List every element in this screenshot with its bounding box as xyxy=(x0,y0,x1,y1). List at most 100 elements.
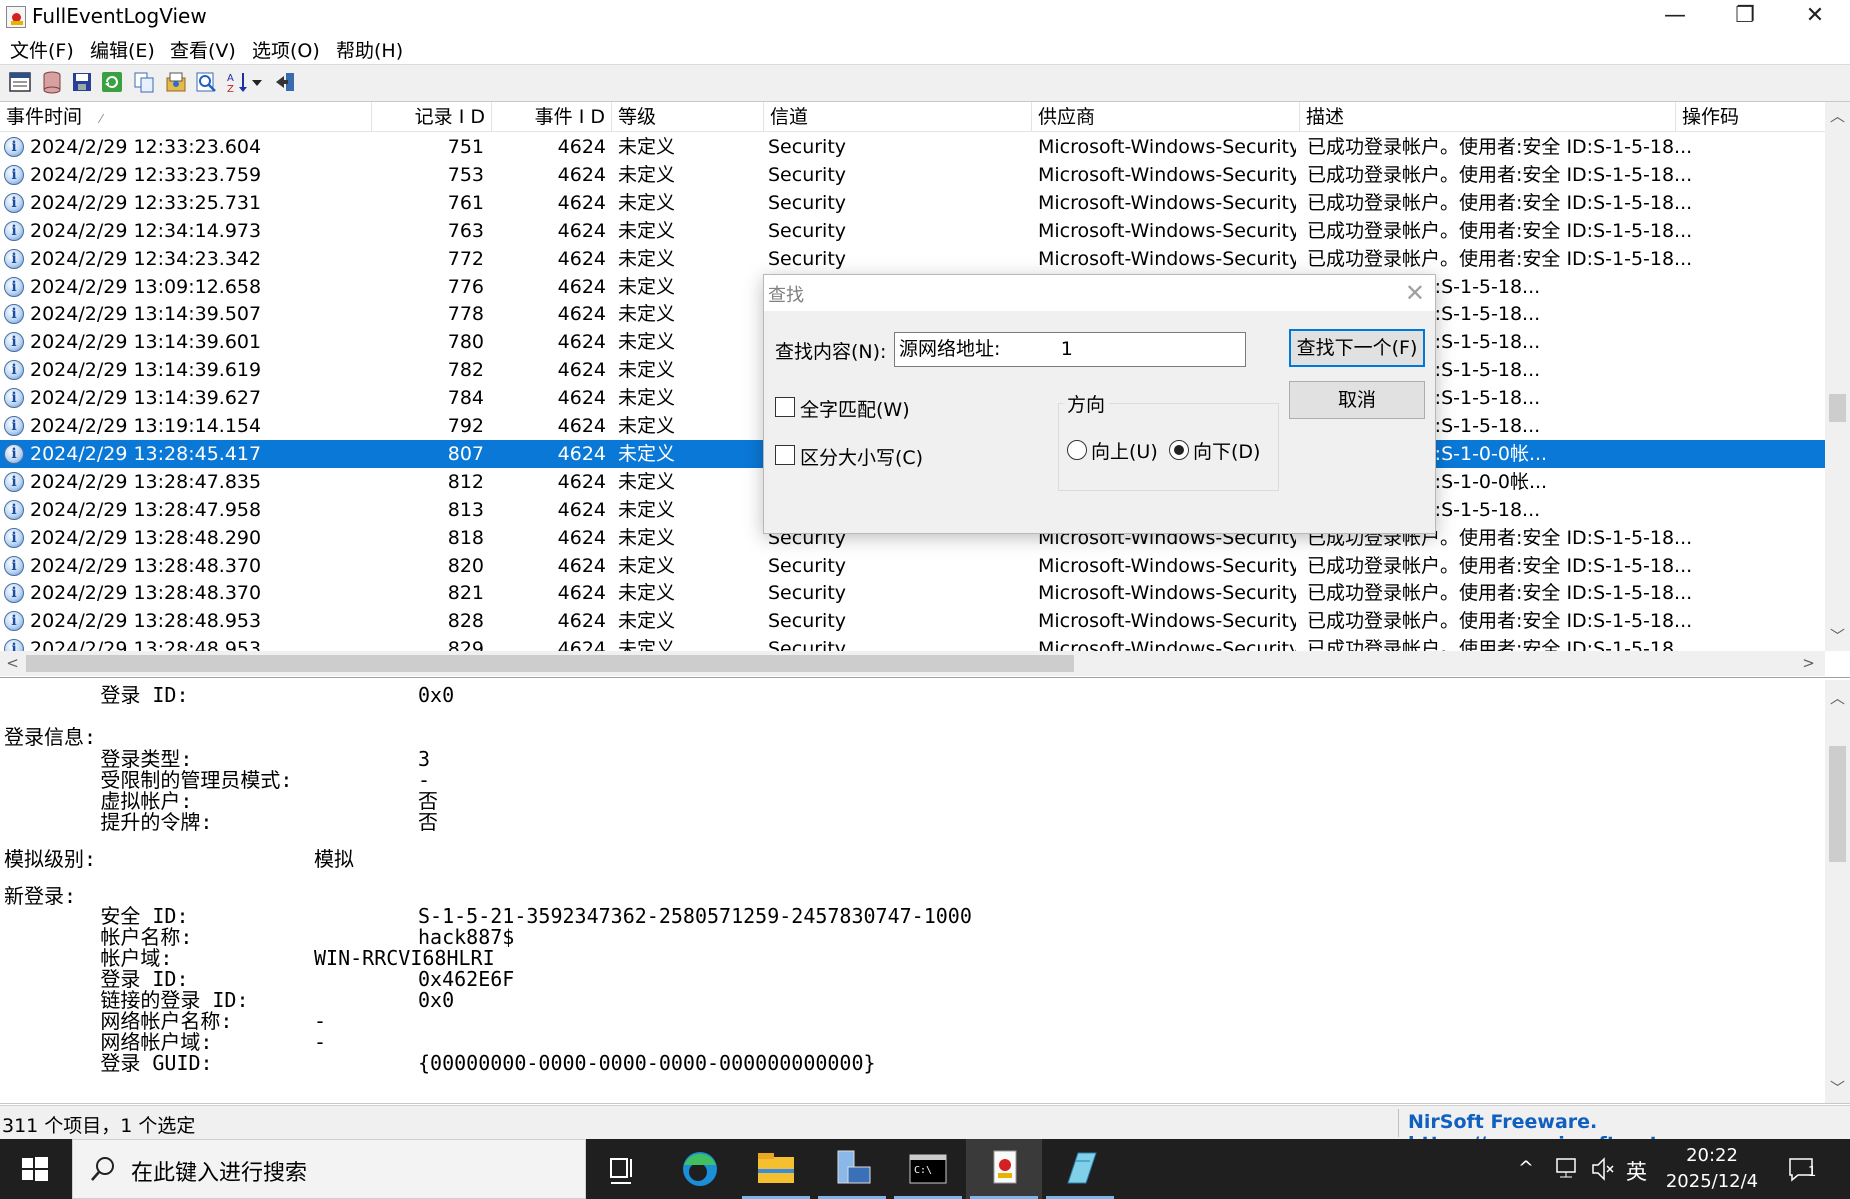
find-icon[interactable] xyxy=(194,70,220,96)
grid-vertical-scrollbar[interactable]: ︿ ﹀ xyxy=(1825,102,1850,651)
sort-icon[interactable]: AZ xyxy=(226,70,252,96)
detail-value: 0x0 xyxy=(418,988,455,1012)
find-next-button[interactable]: 查找下一个(F) xyxy=(1289,329,1425,367)
row-event-id: 4624 xyxy=(557,191,606,214)
save-icon[interactable] xyxy=(70,70,96,96)
table-row[interactable]: i 2024/2/29 13:28:48.370 821 4624 未定义 Securit… xyxy=(0,579,1825,607)
show-hidden-icons[interactable]: ^ xyxy=(1518,1157,1534,1199)
menu-bar: 文件(F) 编辑(E) 查看(V) 选项(O) 帮助(H) xyxy=(0,34,1850,64)
detail-vscroll-thumb[interactable] xyxy=(1829,746,1846,862)
col-event-time[interactable]: 事件时间 ⁄ xyxy=(0,102,372,132)
menu-edit[interactable]: 编辑(E) xyxy=(86,35,159,64)
event-detail-pane[interactable]: 登录 ID: 0x0 登录信息: 登录类型: 3 受限制的管理员模式: - 虚拟帐户: 否… xyxy=(0,680,1850,1104)
scroll-up-icon[interactable]: ︿ xyxy=(1825,104,1850,128)
detail-value: - xyxy=(314,1030,327,1054)
maximize-button[interactable]: ❐ xyxy=(1710,0,1780,34)
fulleventlogview-taskbar-icon[interactable] xyxy=(966,1139,1042,1199)
row-record-id: 761 xyxy=(447,191,484,214)
file-explorer-icon[interactable] xyxy=(738,1139,814,1199)
menu-help[interactable]: 帮助(H) xyxy=(332,35,407,64)
col-opcode[interactable]: 操作码 xyxy=(1676,102,1825,132)
html-report-icon[interactable] xyxy=(164,70,190,96)
row-level: 未定义 xyxy=(618,610,676,633)
table-row[interactable]: i 2024/2/29 12:33:25.731 761 4624 未定义 Securit… xyxy=(0,189,1825,217)
scroll-left-icon[interactable]: < xyxy=(0,651,25,675)
notepad-icon[interactable] xyxy=(1042,1139,1118,1199)
window-title: FullEventLogView xyxy=(32,4,207,28)
detail-value: - xyxy=(418,768,431,792)
edge-browser-icon[interactable] xyxy=(662,1139,738,1199)
row-time: 2024/2/29 13:28:48.290 xyxy=(30,526,262,549)
table-row[interactable]: i 2024/2/29 13:28:48.370 820 4624 未定义 Securit… xyxy=(0,552,1825,580)
table-row[interactable]: i 2024/2/29 12:34:23.342 772 4624 未定义 Securit… xyxy=(0,245,1825,273)
command-prompt-icon[interactable]: C:\ xyxy=(890,1139,966,1199)
detail-label: 链接的登录 ID: xyxy=(4,988,249,1012)
table-row[interactable]: i 2024/2/29 12:34:14.973 763 4624 未定义 Securit… xyxy=(0,217,1825,245)
col-level[interactable]: 等级 xyxy=(612,102,764,132)
grid-horizontal-scrollbar[interactable]: < > xyxy=(0,651,1825,676)
detail-label: 网络帐户域: xyxy=(4,1030,213,1054)
direction-down-radio[interactable] xyxy=(1169,440,1189,460)
dialog-close-icon[interactable]: ✕ xyxy=(1405,279,1425,307)
match-case-checkbox[interactable] xyxy=(775,445,795,465)
find-dialog-titlebar: 查找 ✕ xyxy=(764,275,1435,311)
taskbar-search[interactable]: 在此键入进行搜索 xyxy=(72,1139,586,1199)
table-row[interactable]: i 2024/2/29 12:33:23.604 751 4624 未定义 Securit… xyxy=(0,133,1825,161)
direction-up-radio[interactable] xyxy=(1067,440,1087,460)
properties-icon[interactable] xyxy=(8,70,34,96)
dropdown-arrow-icon[interactable] xyxy=(250,70,264,96)
whole-word-checkbox[interactable] xyxy=(775,397,795,417)
col-provider[interactable]: 供应商 xyxy=(1032,102,1300,132)
row-time: 2024/2/29 13:28:47.835 xyxy=(30,470,262,493)
volume-muted-icon[interactable] xyxy=(1590,1139,1616,1199)
menu-options[interactable]: 选项(O) xyxy=(248,35,324,64)
detail-scroll-down-icon[interactable]: ﹀ xyxy=(1825,1076,1850,1100)
scroll-down-icon[interactable]: ﹀ xyxy=(1825,624,1850,648)
detail-label: 登录 GUID: xyxy=(4,1051,213,1075)
direction-up-label[interactable]: 向上(U) xyxy=(1091,437,1158,464)
detail-vertical-scrollbar[interactable]: ︿ ﹀ xyxy=(1825,680,1850,1103)
ime-indicator[interactable]: 英 xyxy=(1626,1156,1647,1199)
find-input[interactable]: 源网络地址: 1 xyxy=(894,332,1246,367)
toolbar: AZ xyxy=(0,64,1850,102)
row-time: 2024/2/29 13:28:47.958 xyxy=(30,498,262,521)
refresh-icon[interactable] xyxy=(100,70,126,96)
app-icon xyxy=(6,6,26,28)
col-event-id[interactable]: 事件 I D xyxy=(492,102,612,132)
close-button[interactable]: ✕ xyxy=(1780,0,1850,34)
table-row[interactable]: i 2024/2/29 12:33:23.759 753 4624 未定义 Securit… xyxy=(0,161,1825,189)
menu-view[interactable]: 查看(V) xyxy=(166,35,240,64)
minimize-button[interactable]: — xyxy=(1640,0,1710,34)
table-row[interactable]: i 2024/2/29 13:28:48.953 828 4624 未定义 Securit… xyxy=(0,607,1825,635)
whole-word-label[interactable]: 全字匹配(W) xyxy=(800,395,910,422)
menu-file[interactable]: 文件(F) xyxy=(6,35,78,64)
copy-icon[interactable] xyxy=(132,70,158,96)
col-record-id[interactable]: 记录 I D xyxy=(372,102,492,132)
clock[interactable]: 20:22 2025/12/4 xyxy=(1650,1143,1774,1195)
grid-hscroll-thumb[interactable] xyxy=(26,655,1074,672)
start-button[interactable] xyxy=(0,1139,70,1199)
exit-icon[interactable] xyxy=(274,70,300,96)
row-level: 未定义 xyxy=(618,331,676,354)
direction-down-label[interactable]: 向下(D) xyxy=(1193,437,1260,464)
scroll-right-icon[interactable]: > xyxy=(1796,651,1821,675)
match-case-label[interactable]: 区分大小写(C) xyxy=(800,443,923,470)
detail-label: 登录类型: xyxy=(4,747,193,771)
detail-label: 安全 ID: xyxy=(4,904,189,928)
row-channel: Security xyxy=(768,191,847,214)
detail-scroll-up-icon[interactable]: ︿ xyxy=(1825,686,1850,710)
sort-indicator-icon: ⁄ xyxy=(100,112,103,126)
network-icon[interactable] xyxy=(1554,1139,1580,1199)
grid-vscroll-thumb[interactable] xyxy=(1829,394,1846,422)
row-provider: Microsoft-Windows-Security... xyxy=(1038,554,1296,577)
notification-center-icon[interactable]: 1 xyxy=(1786,1139,1820,1199)
row-channel: Security xyxy=(768,219,847,242)
cancel-button[interactable]: 取消 xyxy=(1289,381,1425,419)
info-level-icon: i xyxy=(4,388,24,409)
datasource-icon[interactable] xyxy=(40,70,66,96)
col-description[interactable]: 描述 xyxy=(1300,102,1676,132)
server-manager-icon[interactable] xyxy=(814,1139,890,1199)
row-event-id: 4624 xyxy=(557,498,606,521)
col-channel[interactable]: 信道 xyxy=(764,102,1032,132)
task-view-icon[interactable] xyxy=(584,1139,660,1199)
